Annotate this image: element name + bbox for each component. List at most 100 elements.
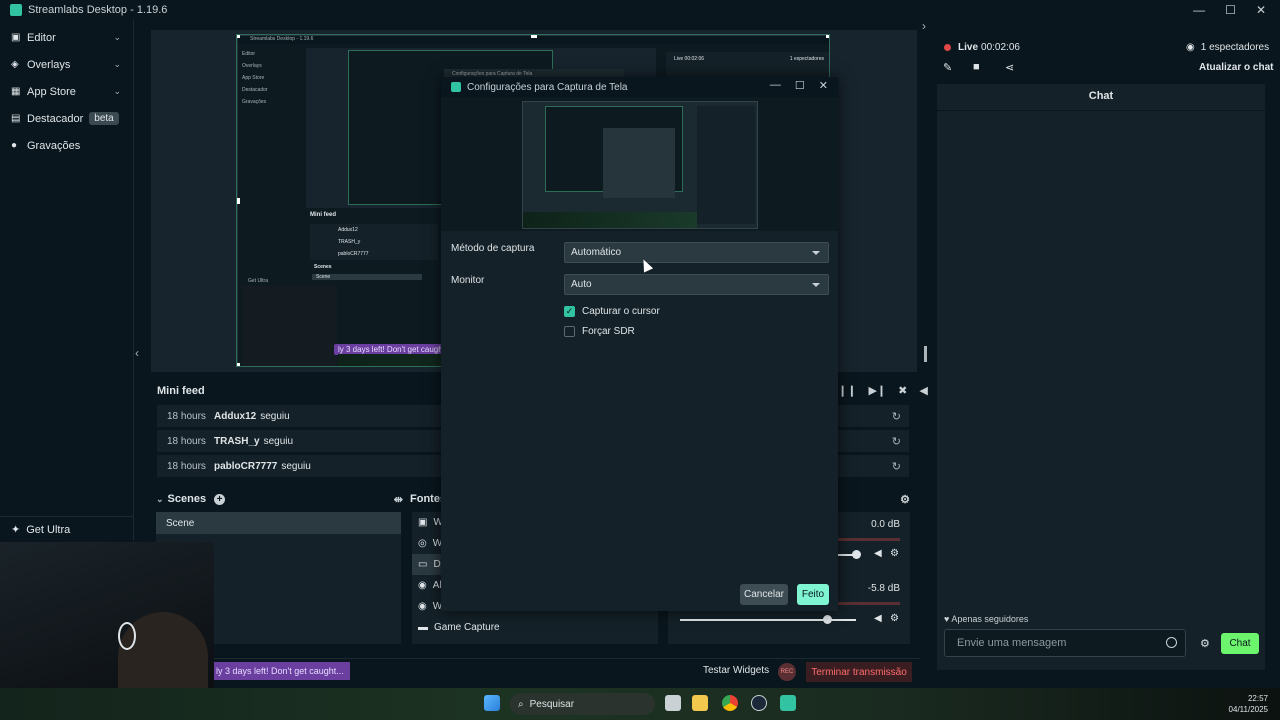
get-ultra-link[interactable]: ✦ Get Ultra — [0, 516, 134, 542]
minifeed-title: Mini feed — [157, 385, 205, 397]
nav-item-label: Overlays — [27, 58, 71, 71]
source-item[interactable]: ▬ Game Capture — [412, 617, 658, 638]
skip-icon[interactable]: ▶❙ — [868, 384, 886, 397]
monitor-icon: ▭ — [418, 559, 428, 570]
force-sdr-option[interactable]: Forçar SDR — [564, 326, 635, 337]
resize-handle-tl[interactable] — [237, 35, 240, 38]
replay-icon[interactable]: ↻ — [892, 435, 901, 448]
beta-badge: beta — [89, 112, 119, 125]
maximize-icon[interactable]: ☐ — [1225, 3, 1236, 17]
mute-alerts-icon[interactable]: ✖ — [898, 384, 907, 397]
nested-feed-row: TRASH_y — [310, 236, 438, 248]
dropdown-caret-icon — [812, 251, 820, 255]
live-time: 00:02:06 — [981, 42, 1020, 53]
minimize-icon[interactable]: — — [1193, 3, 1205, 17]
highlighter-icon: ▤ — [11, 112, 21, 124]
cancel-button[interactable]: Cancelar — [740, 584, 788, 605]
task-view-icon[interactable] — [665, 695, 681, 711]
divider — [937, 110, 1265, 111]
nested-scenes: Scenes — [314, 264, 332, 270]
nav-item-overlays[interactable]: ◈ Overlays ⌄ — [0, 51, 133, 78]
nav-item-label: Editor — [27, 31, 56, 44]
scene-item[interactable]: Scene — [156, 512, 401, 534]
resize-handle[interactable] — [924, 346, 927, 362]
feed-action: seguiu — [260, 410, 290, 422]
mixer-settings-icon[interactable]: ⚙ — [900, 493, 910, 506]
image-icon: ▣ — [418, 517, 428, 528]
resize-handle-ml[interactable] — [237, 198, 240, 204]
chat-settings-icon[interactable]: ⚙ — [1200, 637, 1210, 650]
taskbar-search[interactable]: ⌕ Pesquisar — [510, 693, 655, 715]
mixer-slider-knob[interactable] — [823, 615, 832, 624]
taskbar-clock[interactable]: 22:57 04/11/2025 — [1222, 693, 1268, 715]
mixer-meter — [838, 538, 900, 541]
scenes-header: ⌄ Scenes + ⇹ — [151, 488, 407, 510]
emoji-icon[interactable] — [1166, 637, 1177, 648]
nav-item-editor[interactable]: ▣ Editor ⌄ — [0, 24, 133, 51]
resize-handle-tc[interactable] — [531, 35, 537, 38]
windows-start-icon[interactable] — [484, 695, 500, 711]
nested-feed-row: Addux12 — [310, 224, 438, 236]
pause-icon[interactable]: ❙❙ — [838, 384, 856, 397]
chat-message-input[interactable]: Envie uma mensagem — [944, 629, 1186, 657]
nav-item-label: Destacador — [27, 112, 84, 125]
streamlabs-logo-icon — [10, 4, 22, 16]
add-scene-icon[interactable]: + — [214, 493, 226, 505]
capture-preview — [441, 97, 838, 231]
mixer-meter — [838, 602, 900, 605]
minimize-icon[interactable]: — — [770, 79, 781, 92]
force-sdr-checkbox[interactable] — [564, 326, 575, 337]
search-placeholder: Pesquisar — [529, 698, 575, 710]
close-icon[interactable]: ✕ — [1256, 3, 1266, 17]
collapse-scenes-icon[interactable]: ⌄ — [156, 494, 164, 505]
webcam-icon: ◉ — [418, 601, 427, 612]
scene-transitions-icon[interactable]: ⇹ — [394, 493, 403, 506]
feed-time: 18 hours — [167, 460, 206, 472]
search-icon: ⌕ — [518, 698, 524, 710]
nav-item-app-store[interactable]: ▦ App Store ⌄ — [0, 78, 133, 105]
nav-item-gravacoes[interactable]: ● Gravações — [0, 132, 133, 159]
source-settings-icon[interactable]: ⚙ — [890, 613, 899, 624]
live-label: Live — [958, 42, 979, 53]
resize-handle-bl[interactable] — [237, 363, 240, 366]
test-widgets-button[interactable]: Testar Widgets — [703, 665, 769, 676]
share-icon[interactable]: ⋖ — [1005, 61, 1014, 74]
collapse-left-icon[interactable]: ‹ — [135, 346, 139, 360]
chat-send-button[interactable]: Chat — [1221, 633, 1259, 654]
folder-icon[interactable]: ■ — [973, 61, 980, 73]
collapse-right-icon[interactable]: › — [922, 19, 926, 33]
streamlabs-taskbar-icon[interactable] — [780, 695, 796, 711]
nested-nav-item: Editor — [242, 51, 256, 57]
monitor-label: Monitor — [451, 275, 485, 286]
mute-icon[interactable]: ◀ — [874, 548, 882, 559]
rec-button[interactable]: REC — [778, 663, 796, 681]
dialog-window-controls: — ☐ ✕ — [770, 79, 828, 92]
close-icon[interactable]: ✕ — [819, 79, 828, 92]
resize-handle-tr[interactable] — [826, 35, 829, 38]
viewer-count: ◉ 1 espectadores — [1186, 42, 1269, 53]
steam-icon[interactable] — [751, 695, 767, 711]
done-button[interactable]: Feito — [797, 584, 829, 605]
refresh-chat-link[interactable]: Atualizar o chat — [1199, 62, 1273, 73]
chat-input-placeholder: Envie uma mensagem — [957, 637, 1067, 649]
capture-method-select[interactable]: Automático — [564, 242, 829, 263]
source-settings-icon[interactable]: ⚙ — [890, 548, 899, 559]
replay-icon[interactable]: ↻ — [892, 460, 901, 473]
nav-item-destacador[interactable]: ▤ Destacador beta — [0, 105, 133, 132]
edit-stream-icon[interactable]: ✎ — [943, 61, 952, 74]
chrome-icon[interactable] — [722, 695, 738, 711]
maximize-icon[interactable]: ☐ — [795, 79, 805, 92]
monitor-select[interactable]: Auto — [564, 274, 829, 295]
end-stream-button[interactable]: Terminar transmissão — [806, 662, 912, 682]
replay-icon[interactable]: ↻ — [892, 410, 901, 423]
mute-icon[interactable]: ◀ — [874, 613, 882, 624]
overlays-icon: ◈ — [11, 58, 19, 70]
capture-cursor-checkbox[interactable]: ✓ — [564, 306, 575, 317]
nested-live: Live 00:02:06 — [674, 56, 705, 62]
source-label: Game Capture — [434, 622, 500, 633]
alert-icon: ◉ — [418, 580, 427, 591]
capture-cursor-option[interactable]: ✓ Capturar o cursor — [564, 306, 660, 317]
mixer-slider-knob[interactable] — [852, 550, 861, 559]
capture-method-label: Método de captura — [451, 243, 535, 254]
file-explorer-icon[interactable] — [692, 695, 708, 711]
